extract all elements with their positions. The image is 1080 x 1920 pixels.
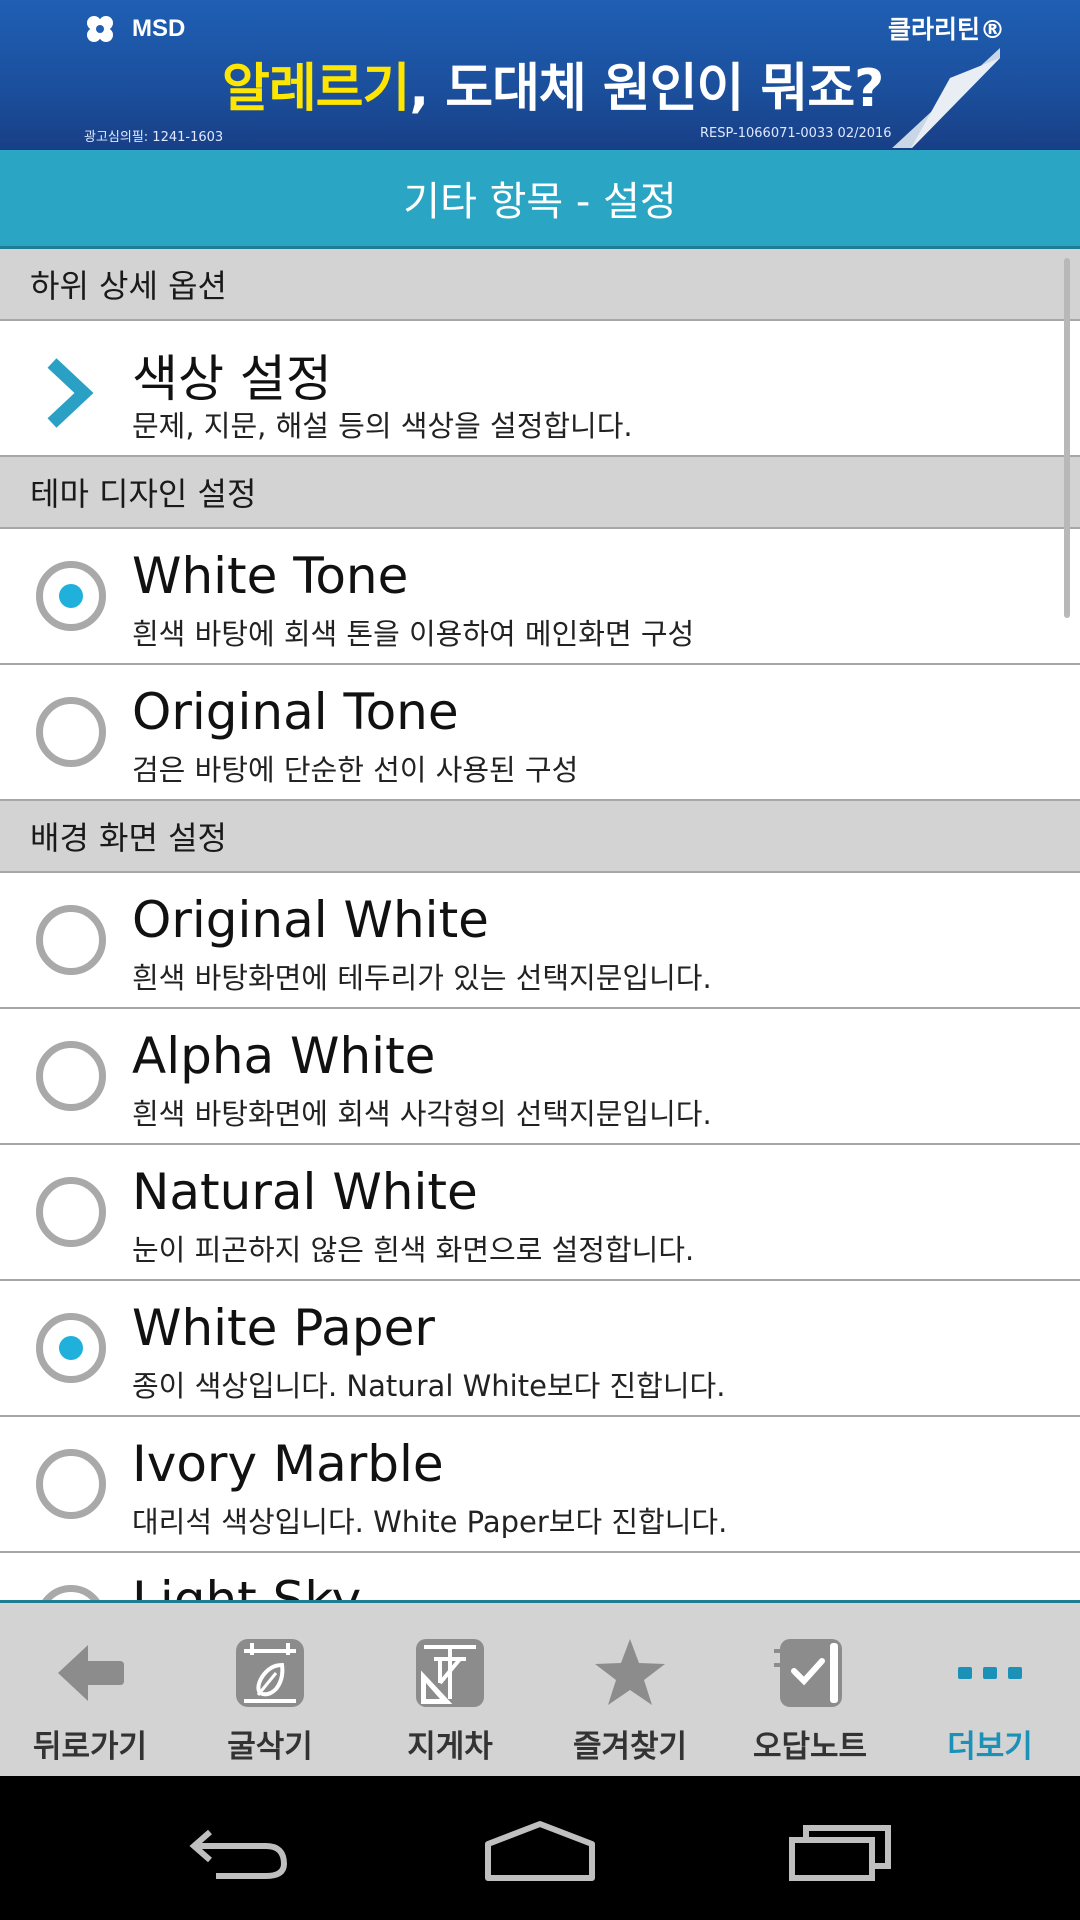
- msd-logo: MSD: [84, 14, 185, 44]
- excavator-icon: [236, 1639, 304, 1707]
- toolbar-label: 뒤로가기: [32, 1729, 148, 1765]
- radio-button-ivory-marble[interactable]: [36, 1449, 106, 1519]
- radio-button-alpha-white[interactable]: [36, 1041, 106, 1111]
- option-desc: 검은 바탕에 단순한 선이 사용된 구성: [132, 753, 579, 787]
- color-setting-title: 색상 설정: [132, 350, 332, 408]
- toolbar-wrong-note-button[interactable]: 오답노트: [720, 1603, 900, 1779]
- radio-button-natural-white[interactable]: [36, 1177, 106, 1247]
- system-back-icon[interactable]: [180, 1810, 300, 1890]
- chevron-right-icon: [47, 358, 94, 428]
- title-bar: 기타 항목 - 설정: [0, 150, 1080, 249]
- option-desc: 흰색 바탕화면에 회색 사각형의 선택지문입니다.: [132, 1097, 712, 1131]
- radio-button-light-sky[interactable]: [36, 1585, 106, 1600]
- background-option-ivory-marble[interactable]: Ivory Marble 대리석 색상입니다. White Paper보다 진합…: [0, 1417, 1080, 1553]
- star-icon: [595, 1639, 665, 1705]
- radio-button-white-paper[interactable]: [36, 1313, 106, 1383]
- ad-approval-number: 광고심의필: 1241-1603: [84, 130, 224, 145]
- list-scrollbar[interactable]: [1064, 258, 1070, 618]
- ad-headline: 알레르기, 도대체 원인이 뭐죠?: [222, 46, 884, 121]
- wrong-answer-note-icon: [774, 1639, 842, 1707]
- ad-banner[interactable]: MSD 클라리틴® 알레르기, 도대체 원인이 뭐죠? 광고심의필: 1241-…: [0, 0, 1080, 150]
- theme-option-white-tone[interactable]: White Tone 흰색 바탕에 회색 톤을 이용하여 메인화면 구성: [0, 529, 1080, 665]
- section-header-background: 배경 화면 설정: [0, 801, 1080, 873]
- background-option-alpha-white[interactable]: Alpha White 흰색 바탕화면에 회색 사각형의 선택지문입니다.: [0, 1009, 1080, 1145]
- toolbar-label: 굴삭기: [227, 1729, 313, 1765]
- option-desc: 흰색 바탕화면에 테두리가 있는 선택지문입니다.: [132, 961, 712, 995]
- option-title: Original Tone: [132, 683, 459, 741]
- ad-brand: 클라리틴®: [888, 15, 1006, 44]
- toolbar-label: 오답노트: [752, 1729, 868, 1765]
- background-option-natural-white[interactable]: Natural White 눈이 피곤하지 않은 흰색 화면으로 설정합니다.: [0, 1145, 1080, 1281]
- theme-option-original-tone[interactable]: Original Tone 검은 바탕에 단순한 선이 사용된 구성: [0, 665, 1080, 801]
- option-title: Light Sky: [132, 1571, 362, 1600]
- ad-code: RESP-1066071-0033 02/2016: [700, 126, 892, 141]
- option-title: Alpha White: [132, 1027, 436, 1085]
- option-title: Ivory Marble: [132, 1435, 444, 1493]
- section-header-theme: 테마 디자인 설정: [0, 457, 1080, 529]
- toolbar-label: 더보기: [947, 1729, 1033, 1765]
- option-title: White Paper: [132, 1299, 435, 1357]
- option-desc: 대리석 색상입니다. White Paper보다 진합니다.: [132, 1505, 728, 1539]
- background-option-original-white[interactable]: Original White 흰색 바탕화면에 테두리가 있는 선택지문입니다.: [0, 873, 1080, 1009]
- system-navigation-bar: [0, 1776, 1080, 1920]
- option-title: White Tone: [132, 547, 409, 605]
- system-recents-icon[interactable]: [780, 1810, 900, 1890]
- radio-button-white-tone[interactable]: [36, 561, 106, 631]
- option-title: Original White: [132, 891, 489, 949]
- page-peel-icon: [892, 48, 1000, 148]
- settings-list[interactable]: 하위 상세 옵션 색상 설정 문제, 지문, 해설 등의 색상을 설정합니다. …: [0, 249, 1080, 1600]
- ad-logo-text: MSD: [132, 15, 186, 42]
- bottom-toolbar: 뒤로가기 굴삭기 지게차 즐겨찾기 오답노트 더보기: [0, 1600, 1080, 1779]
- toolbar-back-button[interactable]: 뒤로가기: [0, 1603, 180, 1779]
- back-arrow-icon: [58, 1645, 124, 1701]
- toolbar-more-button[interactable]: 더보기: [900, 1603, 1080, 1779]
- option-desc: 종이 색상입니다. Natural White보다 진합니다.: [132, 1369, 726, 1403]
- toolbar-excavator-button[interactable]: 굴삭기: [180, 1603, 360, 1779]
- ad-headline-rest: , 도대체 원인이 뭐죠?: [409, 59, 884, 119]
- radio-button-original-tone[interactable]: [36, 697, 106, 767]
- forklift-icon: [416, 1639, 484, 1707]
- more-dots-icon: [958, 1667, 1022, 1679]
- option-desc: 눈이 피곤하지 않은 흰색 화면으로 설정합니다.: [132, 1233, 695, 1267]
- radio-selected-dot: [59, 1336, 83, 1360]
- msd-logo-icon: [87, 16, 113, 42]
- toolbar-favorites-button[interactable]: 즐겨찾기: [540, 1603, 720, 1779]
- radio-selected-dot: [59, 584, 83, 608]
- system-home-icon[interactable]: [480, 1810, 600, 1890]
- toolbar-forklift-button[interactable]: 지게차: [360, 1603, 540, 1779]
- section-header-sub-options: 하위 상세 옵션: [0, 249, 1080, 321]
- background-option-light-sky[interactable]: Light Sky: [0, 1553, 1080, 1600]
- option-desc: 흰색 바탕에 회색 톤을 이용하여 메인화면 구성: [132, 617, 695, 651]
- ad-headline-highlight: 알레르기: [222, 59, 410, 119]
- radio-button-original-white[interactable]: [36, 905, 106, 975]
- page-title: 기타 항목 - 설정: [403, 179, 677, 225]
- toolbar-label: 즐겨찾기: [572, 1729, 688, 1765]
- color-setting-item[interactable]: 색상 설정 문제, 지문, 해설 등의 색상을 설정합니다.: [0, 321, 1080, 457]
- color-setting-desc: 문제, 지문, 해설 등의 색상을 설정합니다.: [132, 409, 633, 443]
- toolbar-label: 지게차: [407, 1729, 493, 1765]
- background-option-white-paper[interactable]: White Paper 종이 색상입니다. Natural White보다 진합…: [0, 1281, 1080, 1417]
- option-title: Natural White: [132, 1163, 478, 1221]
